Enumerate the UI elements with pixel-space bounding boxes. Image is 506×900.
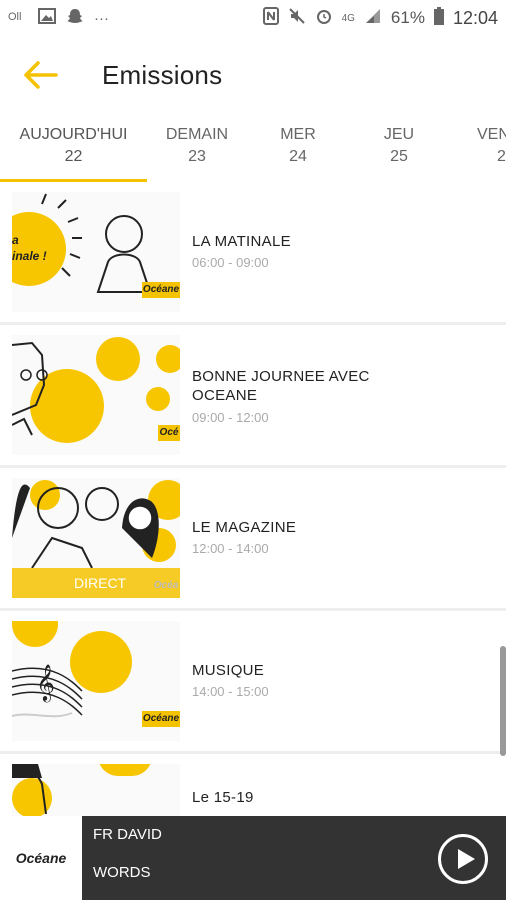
alarm-icon (315, 7, 333, 30)
network-type-icon: 4G (341, 12, 355, 24)
svg-text:𝄞: 𝄞 (36, 663, 55, 702)
back-button[interactable] (0, 36, 80, 114)
mini-player[interactable]: Océane FR DAVID WORDS (0, 816, 506, 900)
show-time: 06:00 - 09:00 (192, 255, 269, 270)
battery-icon (433, 6, 444, 30)
tab-date: 22 (64, 148, 83, 165)
show-name: BONNE JOURNEE AVEC OCEANE (192, 368, 370, 404)
station-logo: Océane (15, 850, 67, 866)
station-logo: Océane (142, 711, 180, 727)
snapchat-icon (66, 7, 84, 29)
show-thumbnail: DIRECT Océa (12, 478, 180, 598)
now-playing-artist: FR DAVID (93, 826, 162, 843)
show-name: Le 15-19 (192, 789, 254, 806)
show-list[interactable]: a inale ! Océane LA MATINALE 06:00 - 09:… (0, 182, 506, 816)
nfc-icon (262, 6, 279, 30)
mute-icon (288, 7, 306, 30)
station-logo: Océ (158, 425, 180, 441)
tab-date: 24 (289, 148, 307, 165)
list-item[interactable]: a inale ! Océane LA MATINALE 06:00 - 09:… (0, 182, 506, 322)
signal-icon (364, 8, 382, 29)
list-item[interactable]: Océ BONNE JOURNEE AVEC OCEANE 09:00 - 12… (0, 325, 506, 465)
more-dots-icon: ··· (94, 9, 109, 27)
carrier-icon: Oll (8, 8, 28, 28)
tab-day-label: DEMAIN (165, 126, 229, 143)
station-logo-box: Océane (0, 816, 82, 900)
host-illustration (12, 764, 47, 815)
play-button[interactable] (438, 834, 488, 884)
station-logo: Océane (142, 282, 180, 298)
tab-day-label: JEU (383, 126, 415, 143)
image-icon (38, 8, 56, 28)
show-time: 12:00 - 14:00 (192, 541, 269, 556)
clock: 12:04 (452, 7, 498, 28)
tab-tomorrow[interactable]: DEMAIN 23 (147, 114, 247, 182)
page-title: Emissions (102, 59, 223, 90)
day-tabs: AUJOURD'HUI 22 DEMAIN 23 MER 24 JEU 25 V… (0, 114, 506, 182)
show-name: LA MATINALE (192, 233, 291, 250)
show-thumbnail: a inale ! Océane (12, 192, 180, 312)
show-time: 09:00 - 12:00 (192, 410, 269, 425)
station-logo: Océa (153, 580, 179, 591)
arrow-back-icon (24, 61, 58, 89)
tab-day-label: MER (280, 126, 316, 143)
tab-friday[interactable]: VEN 26 (455, 114, 506, 182)
list-item[interactable]: 𝄞 Océane MUSIQUE 14:00 - 15:00 (0, 611, 506, 751)
tab-date: 25 (390, 148, 408, 165)
tab-day-label: VEN (477, 126, 506, 143)
list-item[interactable]: Le 15-19 (0, 754, 506, 816)
now-playing-track: WORDS (93, 864, 151, 881)
show-thumbnail: Océ (12, 335, 180, 455)
svg-text:Oll: Oll (8, 11, 21, 23)
tab-wednesday[interactable]: MER 24 (247, 114, 349, 182)
list-scrollbar[interactable] (500, 646, 506, 756)
tab-date: 26 (497, 148, 506, 165)
host-illustration (12, 341, 48, 436)
show-name: LE MAGAZINE (192, 519, 297, 536)
show-thumbnail: 𝄞 Océane (12, 621, 180, 741)
app-bar: Emissions (0, 36, 506, 114)
tab-date: 23 (188, 148, 206, 165)
show-thumbnail (12, 764, 180, 816)
thumbnail-caption: a inale ! (12, 233, 47, 263)
show-name: MUSIQUE (192, 662, 265, 679)
list-item[interactable]: DIRECT Océa LE MAGAZINE 12:00 - 14:00 (0, 468, 506, 608)
battery-percent: 61% (390, 8, 425, 27)
tab-today[interactable]: AUJOURD'HUI 22 (0, 114, 147, 182)
tab-thursday[interactable]: JEU 25 (349, 114, 449, 182)
tab-day-label: AUJOURD'HUI (19, 126, 128, 143)
status-bar: Oll ··· 4G 61% 12:04 (0, 0, 506, 36)
play-icon (458, 849, 475, 869)
show-time: 14:00 - 15:00 (192, 684, 269, 699)
